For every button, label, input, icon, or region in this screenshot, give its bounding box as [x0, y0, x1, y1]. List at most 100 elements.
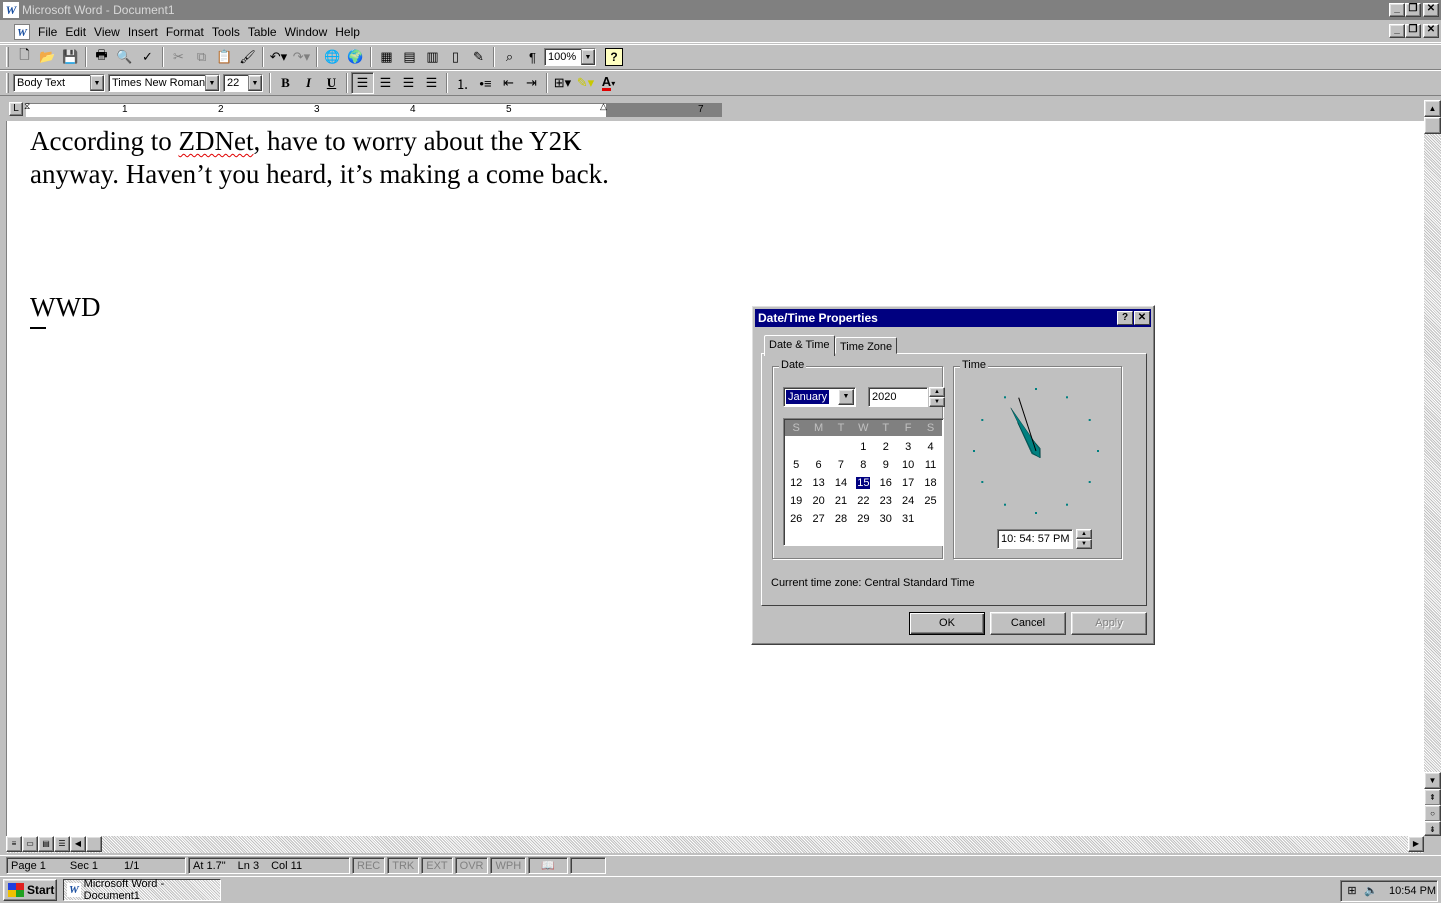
tab-stop-selector[interactable]: L [9, 102, 23, 116]
calendar-day[interactable]: 29 [852, 510, 874, 528]
status-ovr[interactable]: OVR [454, 857, 489, 874]
vertical-scrollbar[interactable]: ▲ ▼ ⇞ ○ ⇟ [1424, 100, 1441, 836]
indent-marker-icon[interactable]: ⧖ [24, 101, 30, 112]
columns-icon[interactable]: ▯ [444, 46, 467, 68]
calendar-day[interactable]: 3 [897, 438, 919, 456]
document-paragraph[interactable]: WWD [30, 291, 630, 324]
toolbar-grip[interactable] [6, 47, 9, 67]
font-size-combo[interactable]: 22 ▼ [223, 74, 263, 92]
scroll-right-icon[interactable]: ▶ [1408, 836, 1424, 852]
year-spinner[interactable]: ▲ ▼ [929, 387, 945, 407]
online-layout-view-icon[interactable]: ▭ [22, 836, 38, 852]
dialog-help-button[interactable]: ? [1117, 311, 1133, 325]
format-painter-icon[interactable]: 🖌 [236, 46, 259, 68]
align-right-icon[interactable]: ☰ [397, 72, 420, 94]
copy-icon[interactable]: ⧉ [190, 46, 213, 68]
menu-file[interactable]: File [34, 25, 61, 39]
zoom-combo[interactable]: 100% ▼ [544, 48, 596, 66]
scroll-thumb[interactable] [1424, 117, 1441, 134]
cancel-button[interactable]: Cancel [990, 612, 1066, 635]
calendar-day[interactable]: 2 [875, 438, 897, 456]
font-color-icon[interactable]: A ▾ [597, 72, 620, 94]
scroll-left-icon[interactable]: ◀ [70, 836, 86, 852]
calendar-day[interactable]: 24 [897, 492, 919, 510]
menu-insert[interactable]: Insert [124, 25, 162, 39]
chevron-down-icon[interactable]: ▼ [205, 75, 219, 91]
calendar-day[interactable]: 22 [852, 492, 874, 510]
justify-icon[interactable]: ☰ [420, 72, 443, 94]
spin-up-icon[interactable]: ▲ [1076, 529, 1092, 539]
doc-close-button[interactable]: ✕ [1423, 24, 1439, 38]
decrease-indent-icon[interactable]: ⇤ [497, 72, 520, 94]
horizontal-scroll-thumb[interactable] [86, 836, 102, 852]
chevron-down-icon[interactable]: ▼ [581, 49, 595, 65]
calendar-day[interactable]: 5 [785, 456, 807, 474]
menu-table[interactable]: Table [244, 25, 281, 39]
menu-format[interactable]: Format [162, 25, 208, 39]
calendar-day[interactable]: 10 [897, 456, 919, 474]
calendar-grid[interactable]: S M T W T F S 1 2 3 4 5 6 7 8 9 10 11 12 13 14 15 16 17 1… [783, 418, 944, 546]
ok-button[interactable]: OK [909, 612, 985, 635]
dialog-title-bar[interactable]: Date/Time Properties ? ✕ [755, 309, 1151, 327]
document-paragraph[interactable]: According to ZDNet, have to worry about … [30, 125, 630, 191]
time-field[interactable]: 10: 54: 57 PM [997, 529, 1073, 549]
scroll-down-icon[interactable]: ▼ [1424, 772, 1441, 789]
horizontal-scrollbar[interactable]: ≡ ▭ ▤ ☰ ◀ ▶ [6, 836, 1424, 853]
calendar-day[interactable]: 15 [852, 474, 874, 492]
document-map-icon[interactable]: ⌕ [498, 46, 521, 68]
redo-icon[interactable]: ↷▾ [290, 46, 313, 68]
insert-table-icon[interactable]: ▤ [398, 46, 421, 68]
italic-button[interactable]: I [297, 72, 320, 94]
calendar-day[interactable]: 16 [875, 474, 897, 492]
month-dropdown[interactable]: January ▼ [783, 387, 856, 407]
increase-indent-icon[interactable]: ⇥ [520, 72, 543, 94]
calendar-day[interactable]: 7 [830, 456, 852, 474]
status-wph[interactable]: WPH [490, 857, 527, 874]
bullets-icon[interactable]: •≡ [474, 72, 497, 94]
select-browse-object-icon[interactable]: ○ [1424, 805, 1441, 822]
calendar-day[interactable]: 26 [785, 510, 807, 528]
scheduler-icon[interactable]: ⊞ [1344, 883, 1360, 899]
page-layout-view-icon[interactable]: ▤ [38, 836, 54, 852]
minimize-button[interactable]: _ [1389, 3, 1405, 17]
calendar-day[interactable]: 1 [852, 438, 874, 456]
calendar-day[interactable]: 17 [897, 474, 919, 492]
calendar-day[interactable]: 18 [919, 474, 941, 492]
spelling-icon[interactable]: ✓ [136, 46, 159, 68]
calendar-day[interactable]: 21 [830, 492, 852, 510]
spelling-status-icon[interactable]: 📖 [528, 857, 569, 874]
calendar-day[interactable]: 19 [785, 492, 807, 510]
taskbar-clock[interactable]: 10:54 PM [1389, 885, 1436, 897]
bold-button[interactable]: B [274, 72, 297, 94]
status-rec[interactable]: REC [352, 857, 386, 874]
chevron-down-icon[interactable]: ▼ [248, 75, 262, 91]
office-assistant-help-icon[interactable]: ? [605, 48, 623, 66]
print-preview-icon[interactable]: 🔍 [113, 46, 136, 68]
style-combo[interactable]: Body Text ▼ [13, 74, 105, 92]
calendar-day[interactable]: 11 [919, 456, 941, 474]
normal-view-icon[interactable]: ≡ [6, 836, 22, 852]
menu-edit[interactable]: Edit [61, 25, 90, 39]
right-indent-marker-icon[interactable]: △ [600, 101, 607, 112]
insert-hyperlink-icon[interactable]: 🌐 [321, 46, 344, 68]
outline-view-icon[interactable]: ☰ [54, 836, 70, 852]
taskbar-word-button[interactable]: W Microsoft Word - Document1 [63, 878, 221, 902]
scroll-up-icon[interactable]: ▲ [1424, 100, 1441, 117]
calendar-day[interactable]: 27 [807, 510, 829, 528]
close-button[interactable]: ✕ [1423, 3, 1439, 17]
calendar-day[interactable]: 12 [785, 474, 807, 492]
document-icon[interactable]: W [14, 23, 30, 40]
calendar-day[interactable]: 9 [875, 456, 897, 474]
calendar-day[interactable]: 14 [830, 474, 852, 492]
new-document-icon[interactable]: 🗋 [13, 46, 36, 68]
misspelled-word[interactable]: ZDNet [178, 126, 253, 156]
toolbar-grip[interactable] [6, 73, 9, 93]
tab-date-time[interactable]: Date & Time [764, 335, 835, 356]
tab-time-zone[interactable]: Time Zone [835, 337, 898, 354]
year-field[interactable]: 2020 [868, 387, 928, 407]
word-app-icon[interactable]: W [3, 2, 19, 18]
chevron-down-icon[interactable]: ▼ [838, 389, 854, 405]
font-combo[interactable]: Times New Roman ▼ [108, 74, 220, 92]
time-spinner[interactable]: ▲ ▼ [1076, 529, 1092, 549]
calendar-day[interactable]: 6 [807, 456, 829, 474]
